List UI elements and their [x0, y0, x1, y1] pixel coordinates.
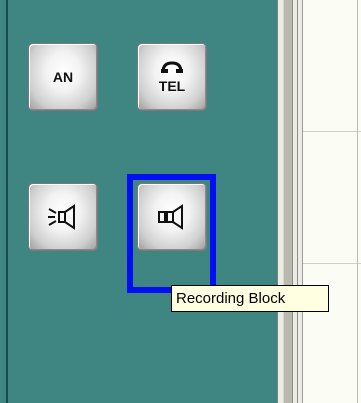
tel-button[interactable]: TEL	[137, 43, 207, 111]
telephone-handset-icon	[160, 60, 184, 74]
right-pane	[303, 0, 361, 403]
an-button[interactable]: AN	[28, 43, 98, 111]
grid-vertical-line	[357, 0, 358, 403]
tel-label: TEL	[158, 78, 186, 94]
an-label: AN	[52, 69, 74, 85]
splitter[interactable]	[277, 0, 303, 403]
announcement-button[interactable]	[28, 183, 98, 251]
grid-line	[303, 263, 361, 264]
splitter-bar[interactable]	[283, 0, 293, 403]
tooltip: Recording Block	[171, 285, 329, 312]
speaker-sound-icon	[45, 202, 81, 232]
panel-edge	[6, 0, 8, 403]
splitter-groove	[297, 0, 298, 403]
selection-highlight	[127, 174, 216, 293]
grid-line	[303, 131, 361, 132]
